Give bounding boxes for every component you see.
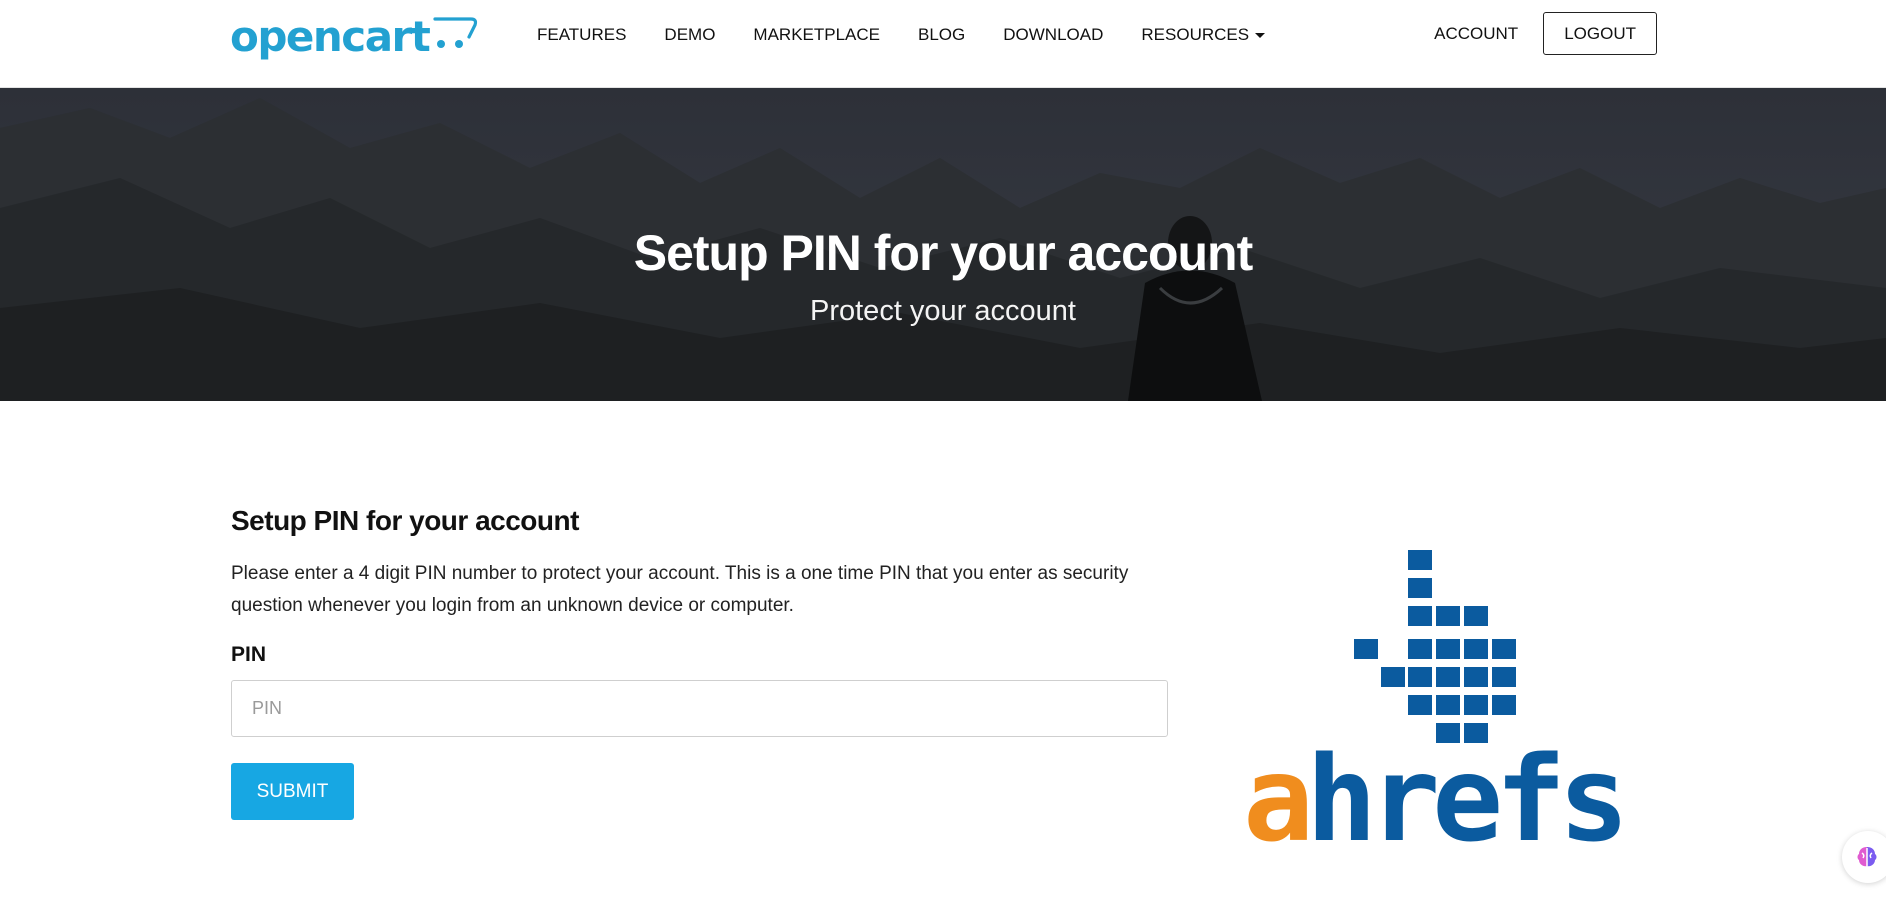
brain-icon: [1857, 847, 1877, 867]
submit-button[interactable]: SUBMIT: [231, 763, 354, 820]
hero-subtitle: Protect your account: [810, 295, 1076, 327]
top-navbar: opencart FEATURES DEMO MARKETPLACE BLOG …: [0, 0, 1886, 88]
main-nav: FEATURES DEMO MARKETPLACE BLOG DOWNLOAD …: [537, 0, 1303, 70]
floating-assistant-button[interactable]: [1842, 831, 1886, 883]
ahrefs-wordmark: ahrefs: [1243, 730, 1629, 868]
opencart-logo[interactable]: opencart: [230, 12, 479, 62]
cart-icon: [433, 17, 478, 48]
logout-button[interactable]: LOGOUT: [1543, 12, 1657, 55]
form-description: Please enter a 4 digit PIN number to pro…: [231, 563, 1129, 616]
nav-account-area: ACCOUNT LOGOUT: [1434, 12, 1657, 55]
nav-download[interactable]: DOWNLOAD: [1003, 25, 1103, 45]
caret-down-icon: [1255, 33, 1266, 39]
nav-blog[interactable]: BLOG: [918, 25, 965, 45]
nav-marketplace[interactable]: MARKETPLACE: [753, 25, 880, 45]
form-title: Setup PIN for your account: [231, 505, 579, 536]
nav-resources-dropdown[interactable]: RESOURCES: [1141, 25, 1266, 45]
hero-banner: Setup PIN for your account Protect your …: [0, 88, 1886, 401]
hero-title: Setup PIN for your account: [633, 225, 1254, 281]
nav-resources-label: RESOURCES: [1141, 25, 1250, 44]
account-link[interactable]: ACCOUNT: [1434, 24, 1518, 44]
pin-input[interactable]: [231, 680, 1168, 737]
nav-features[interactable]: FEATURES: [537, 25, 626, 45]
nav-demo[interactable]: DEMO: [664, 25, 715, 45]
pin-label: PIN: [231, 643, 267, 666]
logo-text: opencart: [230, 12, 431, 61]
ahrefs-pixel-icon: [1354, 550, 1516, 743]
